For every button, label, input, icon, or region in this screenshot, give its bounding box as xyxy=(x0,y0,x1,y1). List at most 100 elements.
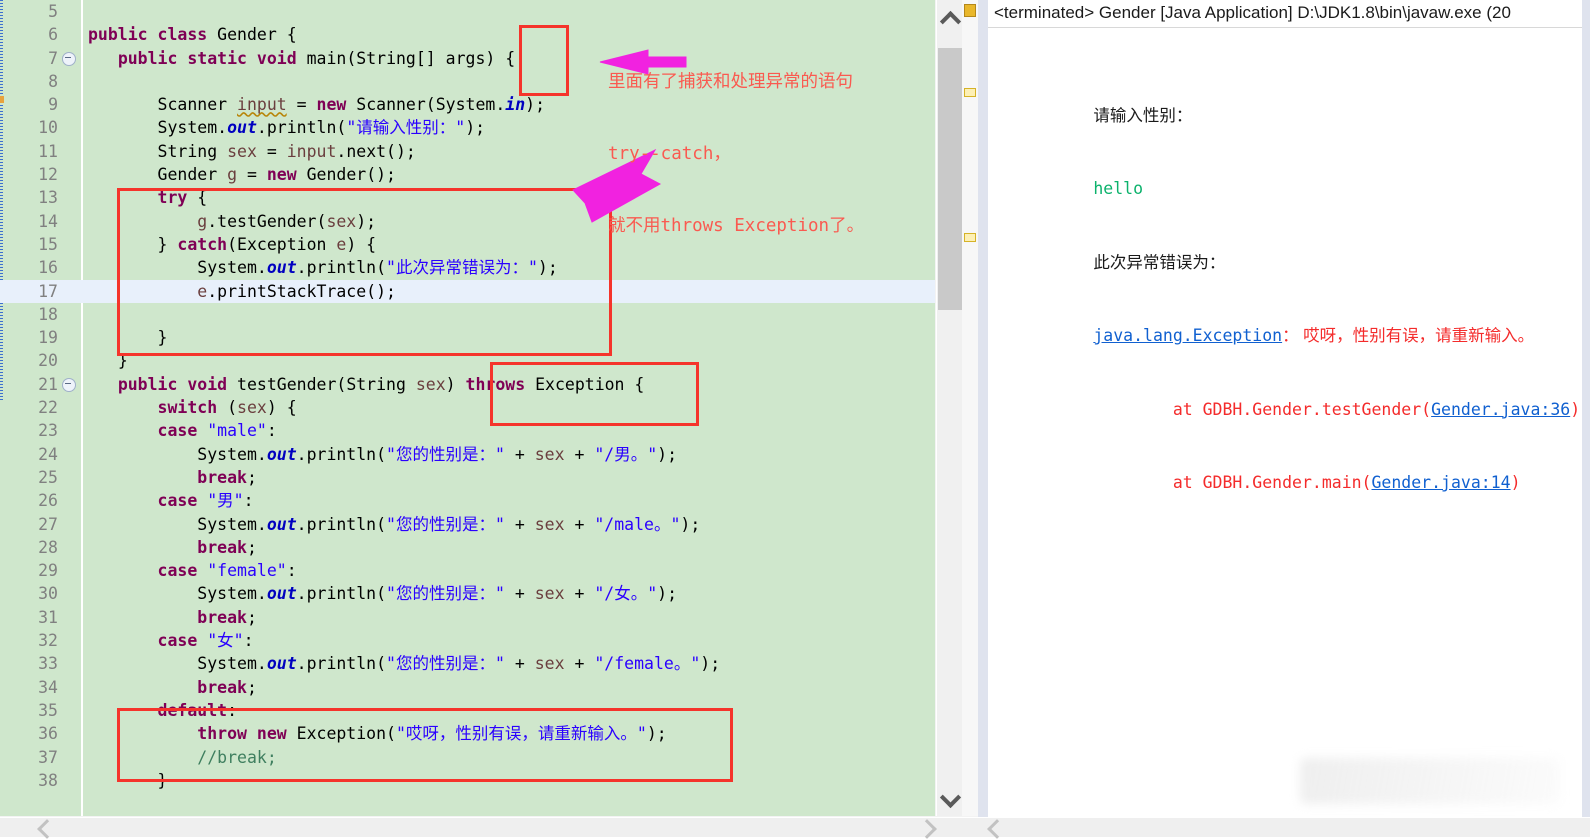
chevron-up-icon xyxy=(939,10,962,33)
line-number: 26 xyxy=(38,491,58,511)
code-line[interactable]: 24 System.out.println("您的性别是：" + sex + "… xyxy=(0,443,935,466)
code-line[interactable]: 37 //break; xyxy=(0,746,935,769)
line-content: public class Gender { xyxy=(88,25,297,45)
line-content: System.out.println("您的性别是：" + sex + "/女。… xyxy=(197,584,678,604)
line-content: String sex = input.next(); xyxy=(157,141,416,161)
annotation-text: 里面有了捕获和处理异常的语句 try--catch， 就不用throws Exc… xyxy=(608,22,928,286)
line-number: 34 xyxy=(38,677,58,697)
line-content: System.out.println("您的性别是：" + sex + "/ma… xyxy=(197,514,701,534)
console-line: hello xyxy=(994,153,1590,198)
line-content: break; xyxy=(197,537,257,557)
line-content: throw new Exception("哎呀，性别有误，请重新输入。"); xyxy=(197,724,667,744)
console-title: <terminated> Gender [Java Application] D… xyxy=(994,3,1511,22)
code-line[interactable]: 22 switch (sex) { xyxy=(0,396,935,419)
code-line[interactable]: 32 case "女": xyxy=(0,629,935,652)
line-content: g.testGender(sex); xyxy=(197,211,377,231)
console-user-input: hello xyxy=(1093,179,1144,198)
code-line[interactable]: 38 } xyxy=(0,769,935,792)
line-content: } xyxy=(157,328,168,348)
console-line: 请输入性别： xyxy=(994,79,1590,125)
console-output[interactable]: <terminated> Gender [Java Application] D… xyxy=(988,0,1590,816)
line-number: 6 xyxy=(48,25,58,45)
console-line: java.lang.Exception： 哎呀，性别有误，请重新输入。 xyxy=(994,300,1590,345)
line-content: System.out.println("您的性别是：" + sex + "/男。… xyxy=(197,444,678,464)
line-number: 22 xyxy=(38,398,58,418)
line-content: public void testGender(String sex) throw… xyxy=(117,374,645,394)
console-left-rail xyxy=(978,0,988,836)
code-line[interactable]: 29 case "female": xyxy=(0,559,935,582)
line-number: 29 xyxy=(38,561,58,581)
stack-frame-text: at GDBH.Gender.main( xyxy=(1093,473,1372,492)
stack-frame-suffix: ) xyxy=(1510,473,1521,492)
overview-marker-warning[interactable] xyxy=(964,233,976,242)
line-content: System.out.println("您的性别是：" + sex + "/fe… xyxy=(197,654,721,674)
code-line[interactable]: 31 break; xyxy=(0,606,935,629)
code-area[interactable]: 5 6 public class Gender { 7 public stati… xyxy=(0,0,935,816)
code-line[interactable]: 25 break; xyxy=(0,466,935,489)
line-number: 13 xyxy=(38,188,58,208)
line-content: break; xyxy=(197,467,257,487)
code-line[interactable]: 26 case "男": xyxy=(0,489,935,512)
scrollbar-thumb[interactable] xyxy=(938,48,962,310)
scroll-down-button[interactable] xyxy=(937,784,963,809)
code-line[interactable]: 33 System.out.println("您的性别是：" + sex + "… xyxy=(0,652,935,675)
stack-frame-link[interactable]: Gender.java:14 xyxy=(1372,473,1511,492)
stack-frame-link[interactable]: Gender.java:36 xyxy=(1431,400,1570,419)
code-line[interactable]: 35 default: xyxy=(0,699,935,722)
line-number: 31 xyxy=(38,607,58,627)
line-content: case "female": xyxy=(157,561,297,581)
code-line[interactable]: 20 } xyxy=(0,349,935,372)
line-content: } catch(Exception e) { xyxy=(157,234,377,254)
code-line[interactable]: 23 case "male": xyxy=(0,419,935,442)
editor-horizontal-scrollbar[interactable] xyxy=(0,817,978,839)
line-content: Gender g = new Gender(); xyxy=(157,165,396,185)
code-line[interactable]: 34 break; xyxy=(0,676,935,699)
line-number: 16 xyxy=(38,258,58,278)
line-number: 33 xyxy=(38,654,58,674)
line-content: case "male": xyxy=(157,421,277,441)
console-prompt-text: 请输入性别： xyxy=(1093,106,1193,125)
line-number: 18 xyxy=(38,304,58,324)
code-line[interactable]: 18 xyxy=(0,303,935,326)
exception-message: ： 哎呀，性别有误，请重新输入。 xyxy=(1282,327,1535,345)
scroll-up-button[interactable] xyxy=(937,8,963,33)
exception-class-link[interactable]: java.lang.Exception xyxy=(1093,326,1282,345)
code-line[interactable]: 5 xyxy=(0,0,935,23)
overview-marker-warning[interactable] xyxy=(964,88,976,97)
console-line: at GDBH.Gender.main(Gender.java:14) xyxy=(994,447,1590,492)
code-line[interactable]: 30 System.out.println("您的性别是：" + sex + "… xyxy=(0,582,935,605)
line-number: 35 xyxy=(38,700,58,720)
annotation-line-1: 里面有了捕获和处理异常的语句 xyxy=(608,72,853,92)
line-number: 37 xyxy=(38,747,58,767)
line-number: 30 xyxy=(38,584,58,604)
annotation-line-3: 就不用throws Exception了。 xyxy=(608,216,865,236)
editor-vertical-scrollbar[interactable] xyxy=(936,0,963,816)
code-line[interactable]: 28 break; xyxy=(0,536,935,559)
console-pane: <terminated> Gender [Java Application] D… xyxy=(978,0,1590,839)
line-number: 36 xyxy=(38,724,58,744)
fold-collapse-icon[interactable] xyxy=(62,377,76,392)
line-number: 23 xyxy=(38,421,58,441)
line-content: } xyxy=(157,770,168,790)
line-number: 10 xyxy=(38,118,58,138)
code-line[interactable]: 21 public void testGender(String sex) th… xyxy=(0,373,935,396)
code-line[interactable]: 36 throw new Exception("哎呀，性别有误，请重新输入。")… xyxy=(0,722,935,745)
overview-marker-error[interactable] xyxy=(964,4,976,17)
line-content: public static void main(String[] args) { xyxy=(117,48,516,68)
console-horizontal-scrollbar[interactable] xyxy=(978,817,1590,839)
line-content: switch (sex) { xyxy=(157,398,297,418)
line-content: e.printStackTrace(); xyxy=(197,281,396,301)
line-content: System.out.println("此次异常错误为："); xyxy=(197,258,558,278)
code-editor-pane: 5 6 public class Gender { 7 public stati… xyxy=(0,0,978,839)
fold-collapse-icon[interactable] xyxy=(62,51,76,66)
line-number: 7 xyxy=(48,48,58,68)
ide-window: 5 6 public class Gender { 7 public stati… xyxy=(0,0,1590,839)
line-number: 8 xyxy=(48,71,58,91)
line-number: 14 xyxy=(38,211,58,231)
line-content: case "男": xyxy=(157,491,254,511)
line-number: 20 xyxy=(38,351,58,371)
line-number: 15 xyxy=(38,234,58,254)
code-line[interactable]: 19 } xyxy=(0,326,935,349)
overview-ruler[interactable] xyxy=(962,0,978,816)
code-line[interactable]: 27 System.out.println("您的性别是：" + sex + "… xyxy=(0,513,935,536)
